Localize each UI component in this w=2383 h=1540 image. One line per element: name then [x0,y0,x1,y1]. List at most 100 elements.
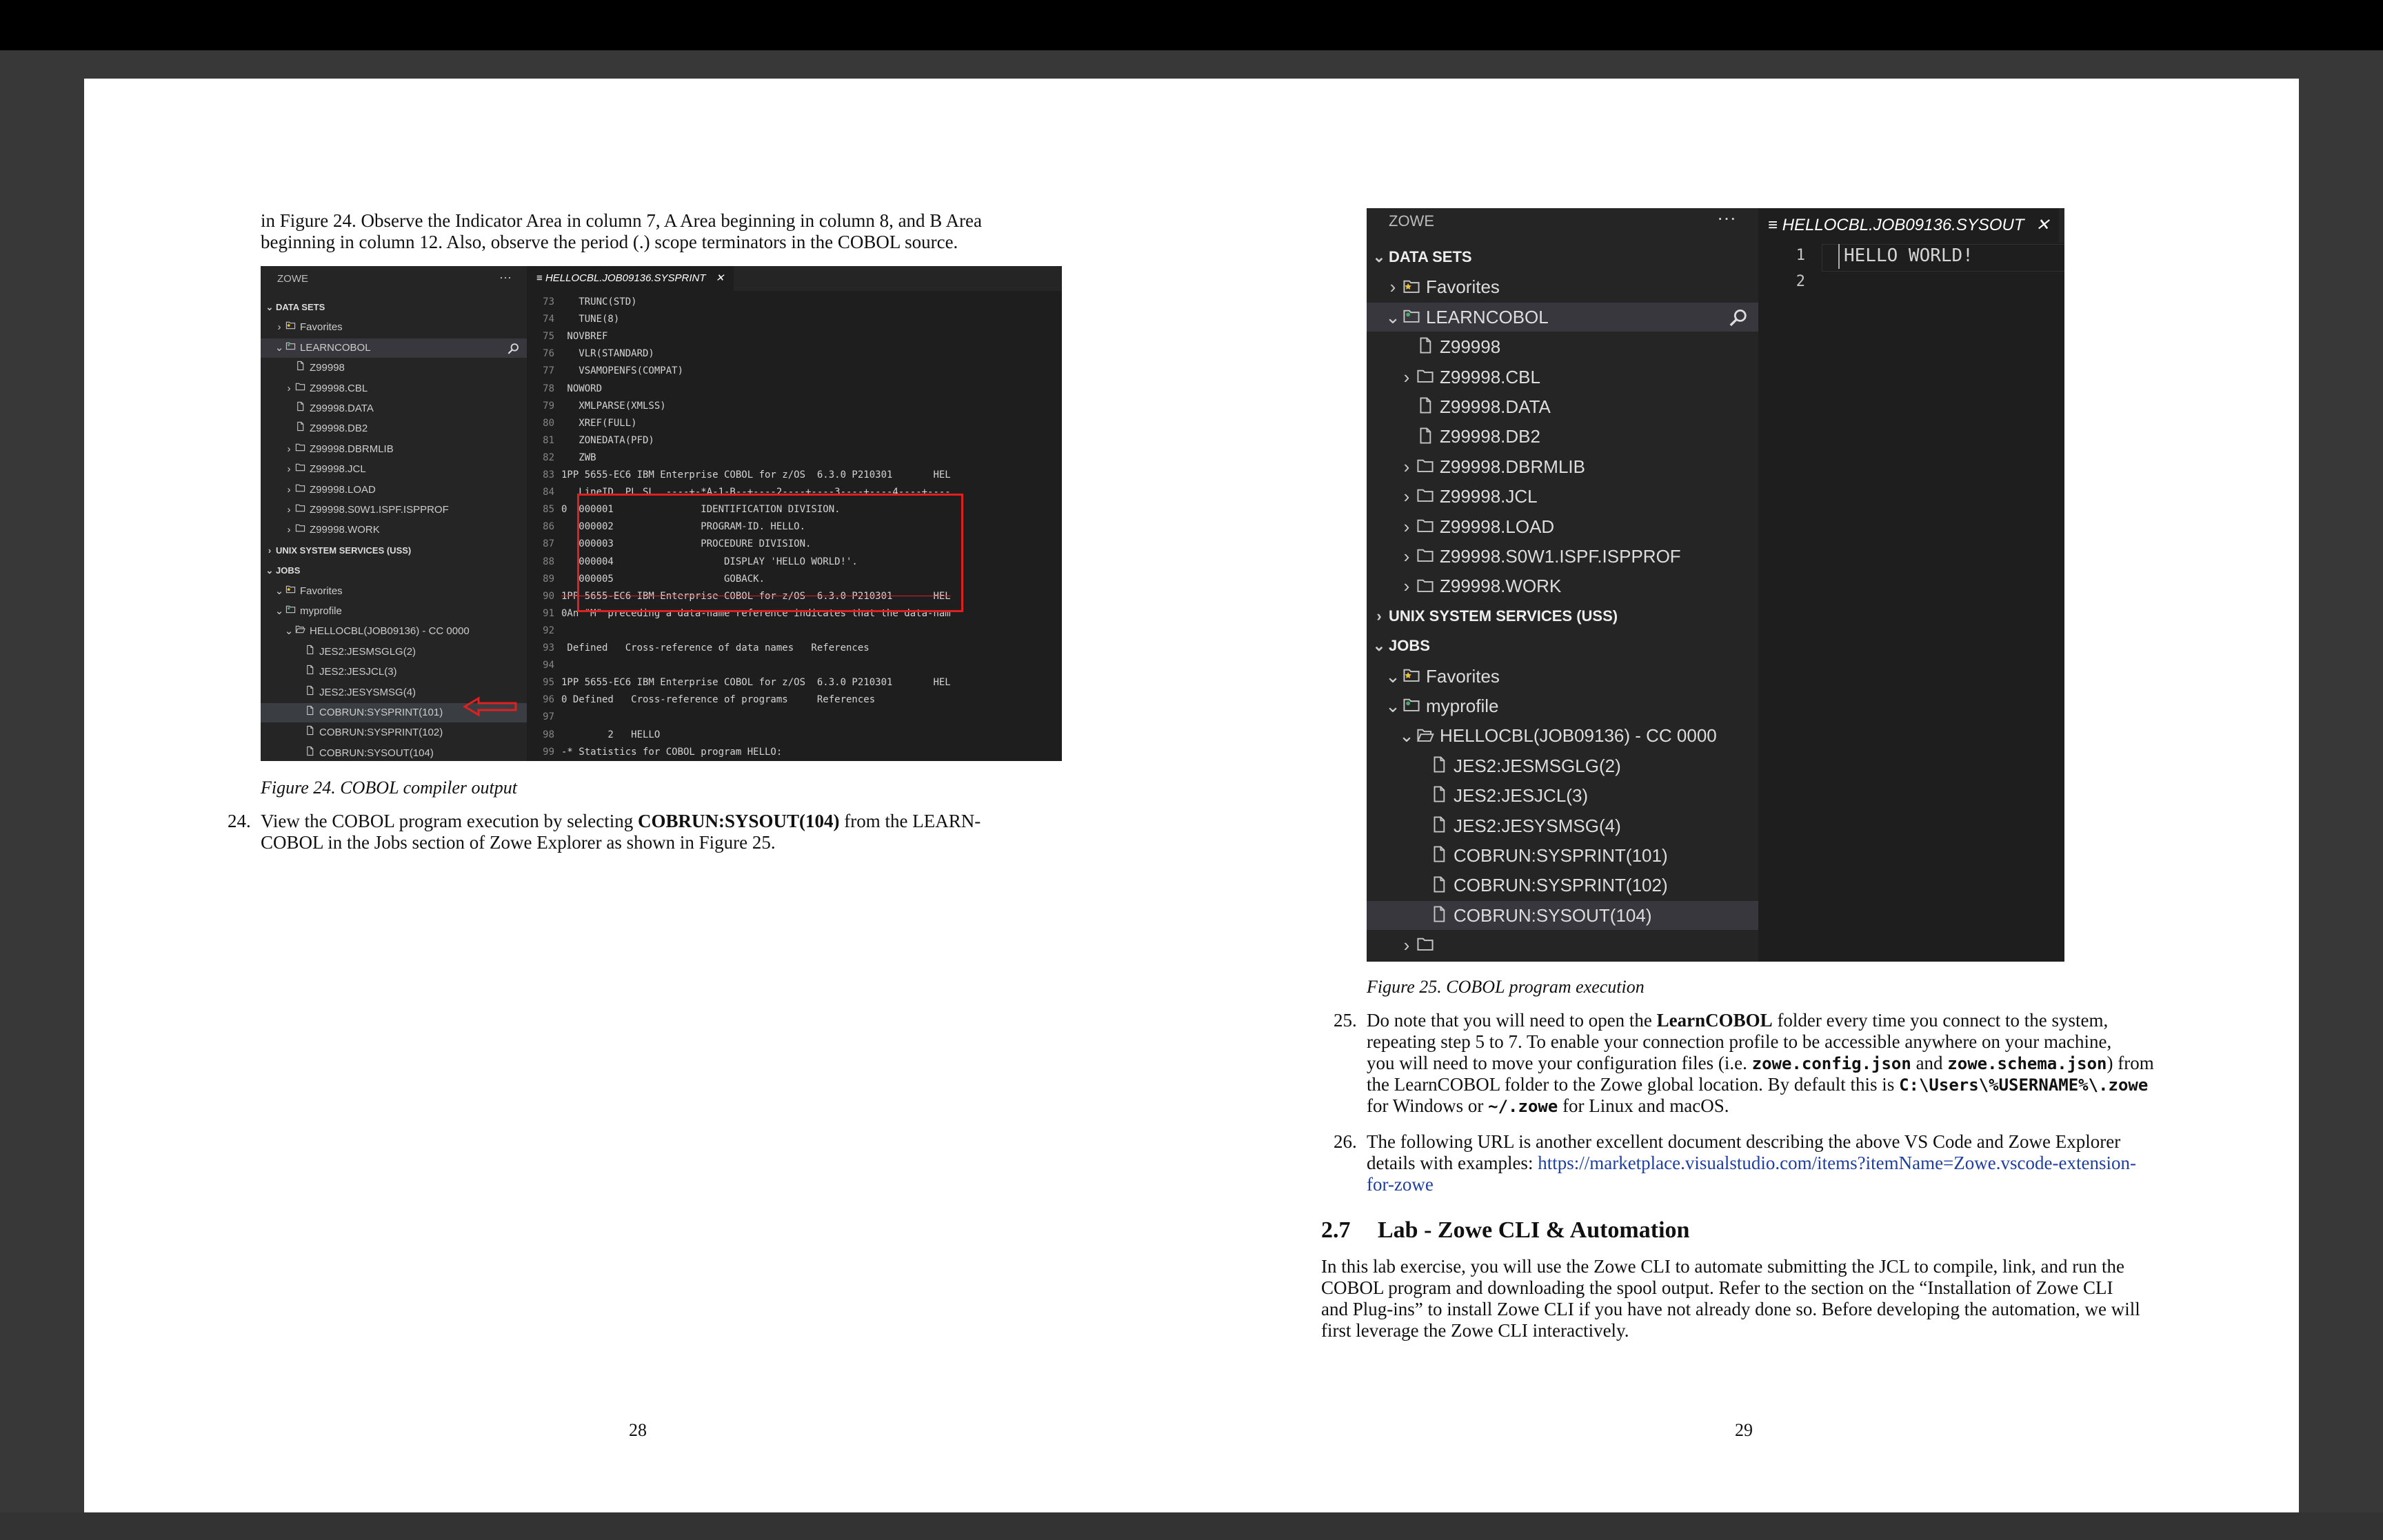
tree-item[interactable]: ⌄ LEARNCOBOL [1367,302,1758,332]
chevron-right-icon[interactable]: › [283,480,295,500]
arrow-left-icon [463,696,517,717]
step-25-line-5: for Windows or ~/.zowe for Linux and mac… [1367,1095,1729,1116]
chevron-right-icon[interactable]: › [1397,542,1416,571]
tree-item[interactable]: › Z99998.S0W1.ISPF.ISPPROF [1367,542,1758,571]
tree-item[interactable]: Z99998.DB2 [1367,422,1758,451]
tree-item[interactable]: ⌄ myprofile [261,602,527,621]
tree-item[interactable]: › Z99998.S0W1.ISPF.ISPPROF [261,500,527,520]
tree-item[interactable]: COBRUN:SYSPRINT(101) [1367,841,1758,870]
chevron-down-icon[interactable]: ⌄ [283,622,295,641]
line-number: 1 [1796,247,1805,264]
code-line: Defined Cross-reference of data names Re… [561,642,869,654]
close-icon[interactable]: ✕ [716,272,725,284]
tree-item[interactable]: JES2:JESJCL(3) [1367,781,1758,810]
chevron-right-icon[interactable]: › [1397,571,1416,600]
f24-editor-tab[interactable]: ≡ HELLOCBL.JOB09136.SYSPRINT ✕ [527,266,734,291]
tree-item[interactable]: JES2:JESJCL(3) [261,662,527,682]
step-26-number: 26. [1334,1131,1357,1152]
chevron-right-icon[interactable]: › [1397,512,1416,541]
chevron-right-icon[interactable]: › [283,500,295,520]
tree-item[interactable]: › Z99998.WORK [1367,571,1758,600]
tree-section-header[interactable]: ⌄ JOBS [261,561,527,580]
tree-item[interactable]: › Z99998.LOAD [1367,512,1758,541]
tree-item[interactable]: ⌄ Favorites [1367,662,1758,691]
file-icon [305,662,315,682]
tree-section-header[interactable]: › UNIX SYSTEM SERVICES (USS) [261,541,527,560]
tree-item[interactable]: › Z99998.CBL [1367,363,1758,392]
tree-item[interactable]: › Z99998.JCL [1367,482,1758,511]
chevron-right-icon[interactable]: › [283,379,295,398]
f25-panel-title: ZOWE [1389,212,1434,230]
tree-item[interactable]: JES2:JESMSGLG(2) [261,642,527,662]
chevron-down-icon[interactable]: ⌄ [1369,631,1389,660]
file-icon [1430,873,1448,902]
code-line: 1PP 5655-EC6 IBM Enterprise COBOL for z/… [561,677,951,689]
chevron-down-icon[interactable]: ⌄ [273,602,285,621]
chevron-right-icon[interactable]: › [273,318,285,337]
marketplace-link[interactable]: https://marketplace.visualstudio.com/ite… [1538,1153,2136,1173]
tree-item[interactable]: ⌄ HELLOCBL(JOB09136) - CC 0000 [261,622,527,641]
chevron-right-icon[interactable]: › [1397,931,1416,960]
chevron-right-icon[interactable]: › [283,460,295,479]
tree-item[interactable]: Z99998.DB2 [261,419,527,438]
marketplace-link-cont[interactable]: for-zowe [1367,1174,1434,1195]
chevron-right-icon[interactable]: › [1383,272,1402,301]
tree-item[interactable]: › Z99998.CBL [261,379,527,398]
tree-item[interactable]: › Favorites [1367,272,1758,301]
more-icon[interactable]: ··· [499,270,512,285]
chevron-down-icon[interactable]: ⌄ [1369,243,1389,272]
f25-editor-tab[interactable]: ≡ HELLOCBL.JOB09136.SYSOUT ✕ [1758,208,2060,243]
line-number: 73 [543,296,554,307]
tree-item[interactable]: COBRUN:SYSOUT(104) [1367,900,1758,930]
tree-item[interactable]: › Z99998.JCL [261,460,527,479]
file-icon [305,703,315,722]
tree-item[interactable]: ⌄ HELLOCBL(JOB09136) - CC 0000 [1367,721,1758,750]
chevron-down-icon[interactable]: ⌄ [1397,721,1416,750]
tree-item[interactable]: JES2:JESMSGLG(2) [1367,751,1758,780]
chevron-right-icon[interactable]: › [283,520,295,540]
tree-section-header[interactable]: ⌄ DATA SETS [1367,243,1758,272]
tree-item[interactable]: › [1367,931,1758,960]
code-line: ZONEDATA(PFD) [561,434,654,446]
chevron-down-icon[interactable]: ⌄ [1383,662,1402,691]
chevron-down-icon[interactable]: ⌄ [273,582,285,601]
tree-item[interactable]: JES2:JESYSMSG(4) [1367,811,1758,840]
tree-item-label: Z99998.DBRMLIB [1440,456,1585,477]
tree-item[interactable]: Z99998.DATA [1367,392,1758,421]
chevron-down-icon[interactable]: ⌄ [273,338,285,358]
chevron-right-icon[interactable]: › [1397,452,1416,481]
file-icon [305,683,315,702]
chevron-right-icon[interactable]: › [1397,363,1416,392]
chevron-right-icon[interactable]: › [283,440,295,459]
tree-item[interactable]: Z99998.DATA [261,399,527,418]
tree-item[interactable]: COBRUN:SYSPRINT(102) [1367,871,1758,900]
tree-item-label: COBRUN:SYSPRINT(101) [1454,845,1668,866]
chevron-down-icon[interactable]: ⌄ [1383,691,1402,720]
tree-item[interactable]: › Z99998.DBRMLIB [1367,452,1758,481]
tree-item[interactable]: ⌄ Favorites [261,582,527,601]
file-lines-icon: ≡ [1768,216,1782,234]
tree-item[interactable]: › Z99998.DBRMLIB [261,440,527,459]
code-line: TUNE(8) [561,314,620,325]
tree-item[interactable]: COBRUN:SYSPRINT(102) [261,723,527,742]
more-icon[interactable]: ··· [1717,208,1736,229]
chevron-right-icon[interactable]: › [1397,482,1416,511]
tree-item[interactable]: › Z99998.WORK [261,520,527,540]
tree-item[interactable]: ⌄ myprofile [1367,691,1758,720]
tree-item[interactable]: › Favorites [261,318,527,337]
chevron-down-icon[interactable]: ⌄ [1383,303,1402,332]
chevron-right-icon[interactable]: › [1369,602,1389,631]
tree-item[interactable]: ⌄ LEARNCOBOL [261,338,527,358]
chevron-down-icon[interactable]: ⌄ [263,561,276,580]
chevron-right-icon[interactable]: › [263,541,276,560]
tree-item[interactable]: Z99998 [261,358,527,378]
close-icon[interactable]: ✕ [2035,216,2049,234]
chevron-down-icon[interactable]: ⌄ [263,298,276,317]
tree-item[interactable]: COBRUN:SYSOUT(104) [261,744,527,761]
tree-section-header[interactable]: ⌄ DATA SETS [261,298,527,317]
tree-item[interactable]: Z99998 [1367,332,1758,361]
tree-section-header[interactable]: › UNIX SYSTEM SERVICES (USS) [1367,602,1758,631]
tree-item[interactable]: › Z99998.LOAD [261,480,527,500]
step-24-number: 24. [228,811,251,831]
tree-section-header[interactable]: ⌄ JOBS [1367,631,1758,660]
